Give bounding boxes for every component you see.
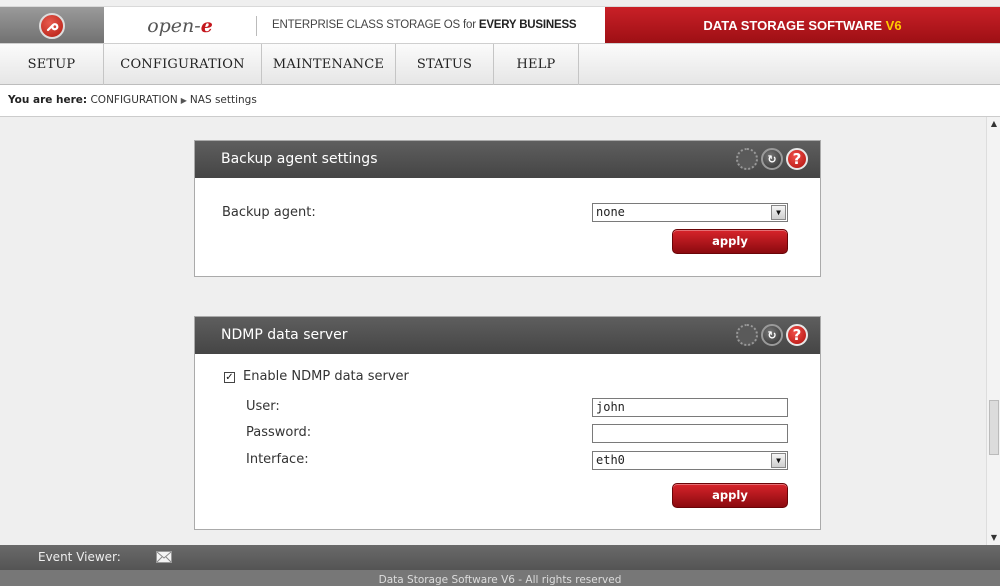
envelope-icon[interactable] bbox=[156, 551, 172, 563]
interface-select[interactable]: eth0 ▼ bbox=[592, 451, 788, 470]
help-icon[interactable]: ? bbox=[786, 324, 808, 346]
panel-header: NDMP data server ↻ ? bbox=[195, 317, 820, 354]
breadcrumb-page: NAS settings bbox=[189, 94, 257, 106]
backup-agent-panel: Backup agent settings ↻ ? Backup agent: … bbox=[194, 140, 821, 277]
product-version: V6 bbox=[885, 18, 902, 33]
product-banner: DATA STORAGE SOFTWARE V6 bbox=[605, 7, 1000, 44]
loading-icon bbox=[736, 148, 758, 170]
refresh-icon[interactable]: ↻ bbox=[761, 324, 783, 346]
tagline-bold: EVERY BUSINESS bbox=[478, 19, 577, 31]
breadcrumb-arrow-icon: ▶ bbox=[180, 96, 187, 105]
header: open-e ENTERPRISE CLASS STORAGE OS for E… bbox=[0, 6, 1000, 44]
breadcrumb: You are here: CONFIGURATION ▶ NAS settings bbox=[0, 85, 1000, 117]
user-label: User: bbox=[246, 399, 280, 414]
backup-agent-value: none bbox=[596, 205, 625, 219]
interface-value: eth0 bbox=[596, 453, 625, 467]
panel-title: NDMP data server bbox=[221, 327, 348, 343]
panel-header: Backup agent settings ↻ ? bbox=[195, 141, 820, 178]
nav-help[interactable]: HELP bbox=[494, 44, 579, 85]
scroll-down-icon[interactable]: ▼ bbox=[987, 531, 1000, 545]
app-window: open-e ENTERPRISE CLASS STORAGE OS for E… bbox=[0, 0, 1000, 586]
panel-title: Backup agent settings bbox=[221, 151, 378, 167]
header-divider bbox=[256, 16, 257, 36]
user-input[interactable]: john bbox=[592, 398, 788, 417]
tagline: ENTERPRISE CLASS STORAGE OS for EVERY BU… bbox=[272, 7, 577, 44]
interface-label: Interface: bbox=[246, 452, 309, 467]
brand-logo: open-e bbox=[104, 7, 256, 44]
scroll-thumb[interactable] bbox=[989, 400, 999, 455]
panel-header-icons: ↻ ? bbox=[736, 324, 808, 346]
nav-status[interactable]: STATUS bbox=[396, 44, 494, 85]
nav-setup[interactable]: SETUP bbox=[0, 44, 104, 85]
panel-header-icons: ↻ ? bbox=[736, 148, 808, 170]
brand-suffix: e bbox=[200, 14, 213, 37]
logo[interactable] bbox=[0, 7, 104, 44]
copyright-text: Data Storage Software V6 - All rights re… bbox=[378, 574, 622, 586]
event-viewer-label: Event Viewer: bbox=[38, 550, 121, 564]
vertical-scrollbar[interactable]: ▲ ▼ bbox=[986, 117, 1000, 545]
breadcrumb-prefix: You are here: bbox=[8, 94, 88, 106]
refresh-icon[interactable]: ↻ bbox=[761, 148, 783, 170]
tagline-text: ENTERPRISE CLASS STORAGE OS for bbox=[272, 19, 479, 31]
scroll-up-icon[interactable]: ▲ bbox=[987, 117, 1000, 131]
breadcrumb-section[interactable]: CONFIGURATION bbox=[90, 94, 177, 106]
enable-ndmp-label: Enable NDMP data server bbox=[243, 369, 409, 384]
chevron-down-icon[interactable]: ▼ bbox=[771, 205, 786, 220]
footer: Data Storage Software V6 - All rights re… bbox=[0, 570, 1000, 586]
nav-maintenance[interactable]: MAINTENANCE bbox=[262, 44, 396, 85]
backup-apply-button[interactable]: apply bbox=[672, 229, 788, 254]
event-viewer-bar: Event Viewer: bbox=[0, 545, 1000, 570]
product-name: DATA STORAGE SOFTWARE bbox=[703, 18, 886, 33]
backup-agent-label: Backup agent: bbox=[222, 205, 316, 220]
brand-prefix: open- bbox=[147, 14, 201, 37]
ndmp-apply-button[interactable]: apply bbox=[672, 483, 788, 508]
ndmp-panel: NDMP data server ↻ ? ✓ Enable NDMP data … bbox=[194, 316, 821, 530]
password-label: Password: bbox=[246, 425, 312, 440]
backup-agent-select[interactable]: none ▼ bbox=[592, 203, 788, 222]
password-input[interactable] bbox=[592, 424, 788, 443]
loading-icon bbox=[736, 324, 758, 346]
nav-configuration[interactable]: CONFIGURATION bbox=[104, 44, 262, 85]
help-icon[interactable]: ? bbox=[786, 148, 808, 170]
main-nav: SETUP CONFIGURATION MAINTENANCE STATUS H… bbox=[0, 43, 1000, 85]
chevron-down-icon[interactable]: ▼ bbox=[771, 453, 786, 468]
enable-ndmp-checkbox[interactable]: ✓ bbox=[224, 372, 235, 383]
wrench-icon bbox=[39, 12, 65, 39]
